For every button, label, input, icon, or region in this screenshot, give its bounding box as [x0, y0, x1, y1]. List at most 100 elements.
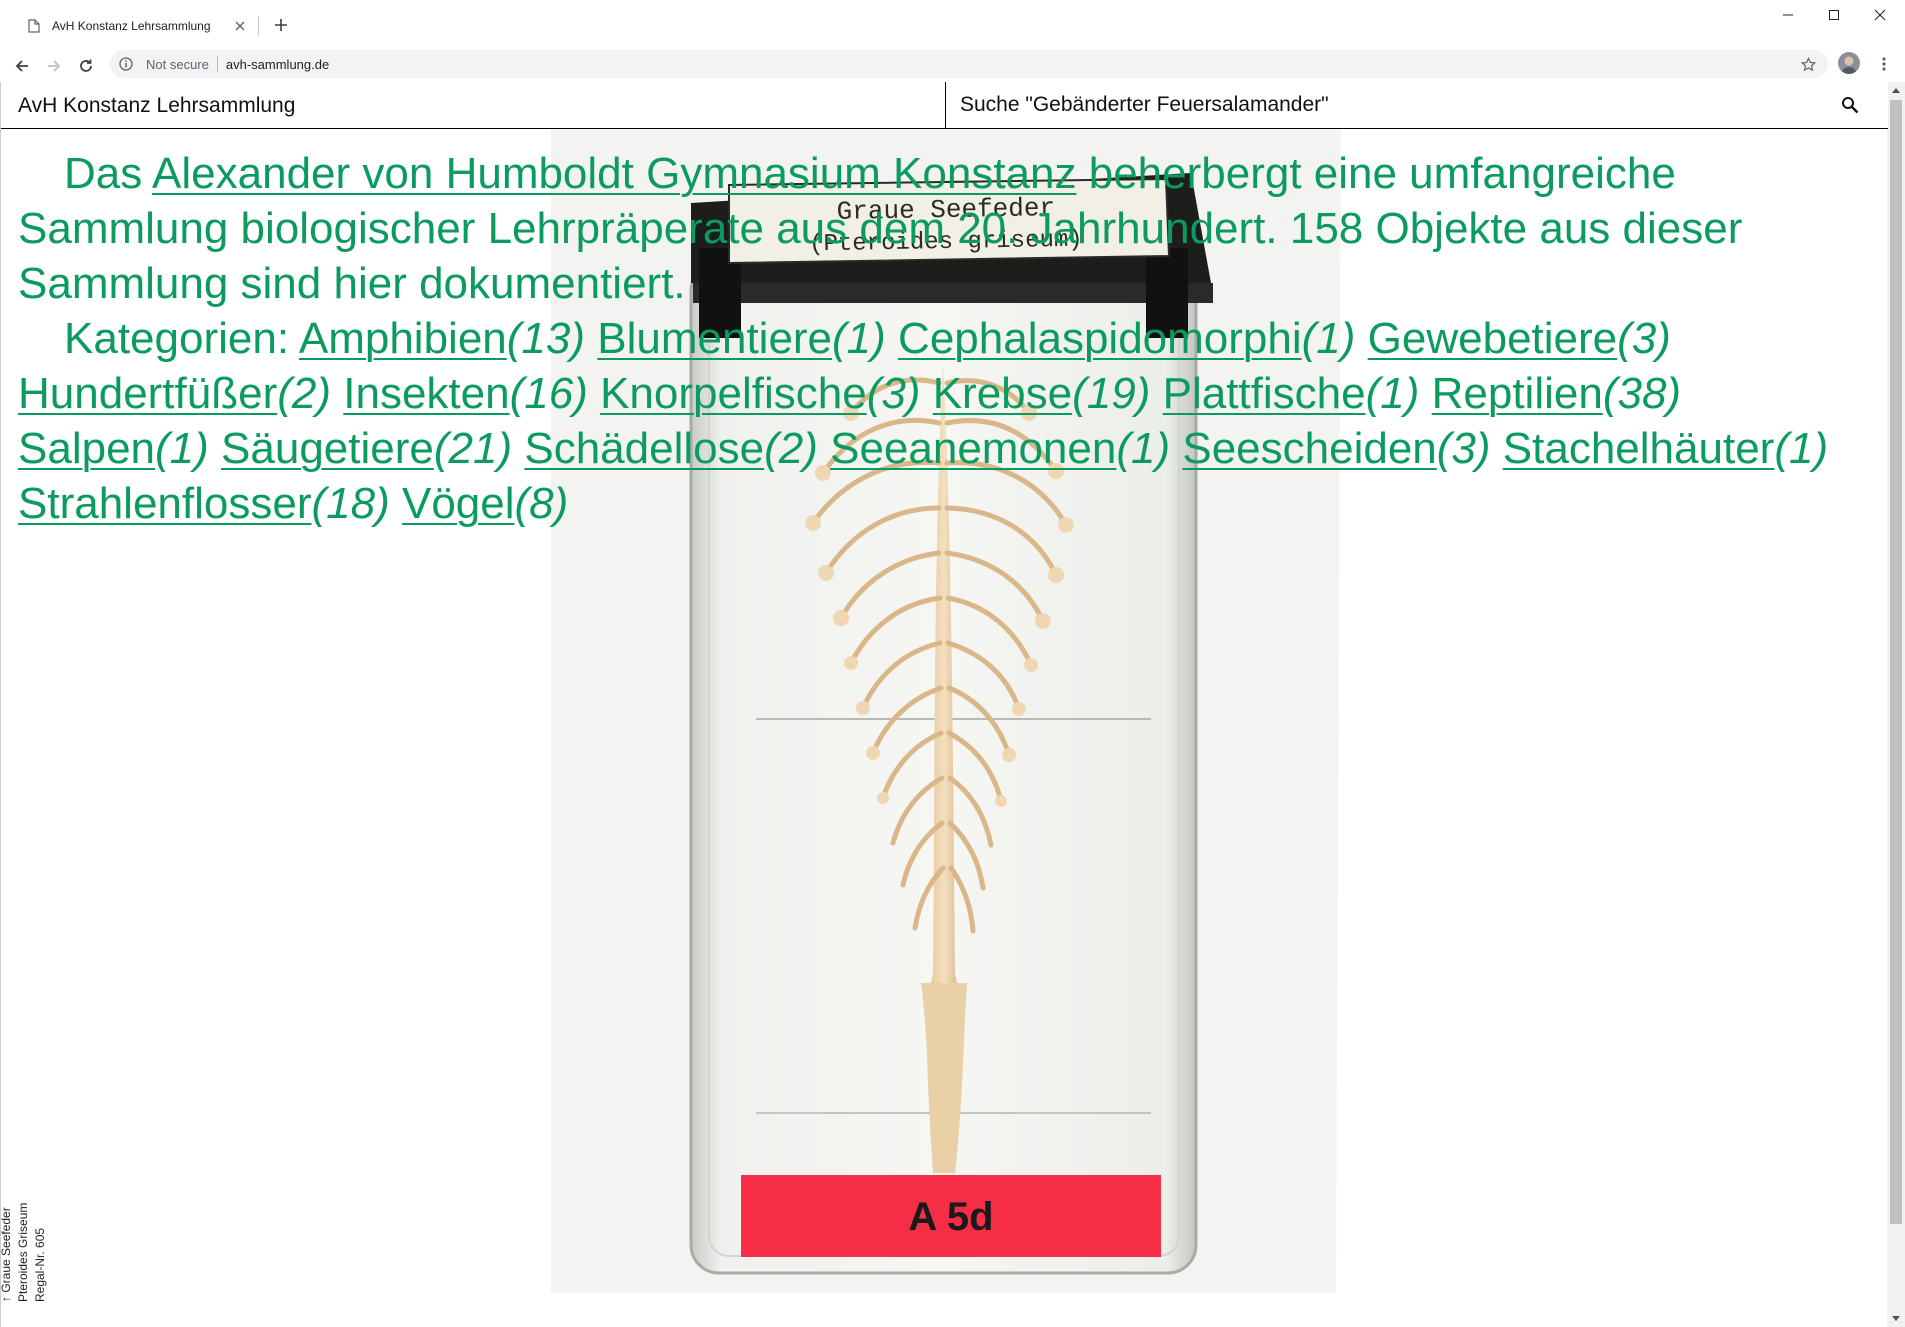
- category-link-seeanemonen[interactable]: Seeanemonen: [830, 424, 1116, 473]
- new-tab-button[interactable]: [268, 12, 294, 38]
- specimen-caption[interactable]: ↑ Graue Seefeder Pteroides Griseum Regal…: [1, 1112, 89, 1302]
- category-count: (8): [514, 479, 569, 528]
- category-link-amphibien[interactable]: Amphibien: [299, 314, 507, 363]
- category-item: Krebse(19): [933, 369, 1151, 418]
- browser-window: AvH Konstanz Lehrsammlung Not secure avh…: [0, 0, 1905, 1327]
- category-item: Seescheiden(3): [1182, 424, 1490, 473]
- category-link-knorpelfische[interactable]: Knorpelfische: [600, 369, 867, 418]
- info-icon[interactable]: [118, 56, 134, 72]
- category-item: Stachelhäuter(1): [1503, 424, 1828, 473]
- category-item: Vögel(8): [402, 479, 568, 528]
- category-count: (18): [311, 479, 390, 528]
- shelf-tag: A 5d: [741, 1175, 1161, 1257]
- category-item: Seeanemonen(1): [830, 424, 1170, 473]
- category-link-voegel[interactable]: Vögel: [402, 479, 515, 528]
- category-item: Salpen(1): [18, 424, 209, 473]
- category-link-blumentiere[interactable]: Blumentiere: [597, 314, 832, 363]
- close-window-button[interactable]: [1857, 0, 1903, 30]
- category-link-insekten[interactable]: Insekten: [343, 369, 509, 418]
- site-header: AvH Konstanz Lehrsammlung: [1, 82, 1888, 129]
- address-divider: [216, 56, 218, 72]
- address-bar[interactable]: Not secure avh-sammlung.de: [110, 50, 1828, 78]
- search-icon[interactable]: [1838, 93, 1862, 117]
- caption-shelf-number: Regal-Nr. 605: [33, 1227, 47, 1302]
- category-link-plattfische[interactable]: Plattfische: [1163, 369, 1366, 418]
- intro-lead: Das: [64, 149, 153, 198]
- category-item: Cephalaspidomorphi(1): [898, 314, 1355, 363]
- category-count: (1): [1301, 314, 1356, 363]
- category-count: (1): [832, 314, 886, 363]
- category-link-schaedellose[interactable]: Schädellose: [524, 424, 764, 473]
- category-count: (3): [1617, 314, 1671, 363]
- category-item: Insekten(16): [343, 369, 588, 418]
- category-count: (16): [509, 369, 588, 418]
- category-link-gewebetiere[interactable]: Gewebetiere: [1368, 314, 1617, 363]
- school-link[interactable]: Alexander von Humboldt Gymnasium Konstan…: [152, 149, 1076, 198]
- reload-button[interactable]: [72, 52, 100, 80]
- bookmark-star-icon[interactable]: [1800, 56, 1816, 72]
- intro-paragraph: Das Alexander von Humboldt Gymnasium Kon…: [18, 146, 1878, 311]
- category-link-krebse[interactable]: Krebse: [933, 369, 1072, 418]
- category-count: (1): [155, 424, 209, 473]
- url-text[interactable]: avh-sammlung.de: [226, 57, 329, 72]
- scroll-down-arrow-icon[interactable]: [1887, 1311, 1905, 1327]
- category-item: Blumentiere(1): [597, 314, 886, 363]
- category-link-saeugetiere[interactable]: Säugetiere: [221, 424, 434, 473]
- caption-line-common-name: ↑ Graue Seefeder: [0, 1203, 15, 1302]
- tab-title: AvH Konstanz Lehrsammlung: [52, 19, 211, 33]
- category-count: (1): [1116, 424, 1171, 473]
- category-count: (2): [764, 424, 818, 473]
- category-count: (19): [1072, 369, 1151, 418]
- category-item: Säugetiere(21): [221, 424, 512, 473]
- tab-divider: [258, 16, 259, 36]
- category-item: Strahlenflosser(18): [18, 479, 390, 528]
- category-link-reptilien[interactable]: Reptilien: [1432, 369, 1603, 418]
- categories-paragraph: Kategorien: Amphibien(13) Blumentiere(1)…: [18, 311, 1878, 531]
- category-count: (1): [1365, 369, 1420, 418]
- category-link-seescheiden[interactable]: Seescheiden: [1182, 424, 1436, 473]
- category-item: Hundertfüßer(2): [18, 369, 331, 418]
- category-count: (3): [1436, 424, 1491, 473]
- category-item: Amphibien(13): [299, 314, 585, 363]
- document-icon: [26, 18, 42, 34]
- category-item: Gewebetiere(3): [1368, 314, 1671, 363]
- category-count: (21): [433, 424, 513, 473]
- svg-text:A 5d: A 5d: [908, 1195, 993, 1239]
- tab-strip: AvH Konstanz Lehrsammlung: [0, 0, 1905, 50]
- maximize-button[interactable]: [1811, 0, 1857, 30]
- page-scrollbar[interactable]: [1887, 82, 1905, 1327]
- category-item: Reptilien(38): [1432, 369, 1681, 418]
- category-item: Schädellose(2): [524, 424, 818, 473]
- category-count: (2): [277, 369, 332, 418]
- tab-active[interactable]: AvH Konstanz Lehrsammlung: [12, 10, 257, 42]
- forward-button[interactable]: [40, 52, 68, 80]
- arrow-up-icon: ↑: [0, 1296, 13, 1302]
- category-link-hundertfuesser[interactable]: Hundertfüßer: [18, 369, 277, 418]
- scroll-up-arrow-icon[interactable]: [1887, 82, 1905, 98]
- category-item: Knorpelfische(3): [600, 369, 920, 418]
- category-link-stachelhaeuter[interactable]: Stachelhäuter: [1503, 424, 1775, 473]
- profile-avatar[interactable]: [1838, 52, 1860, 74]
- back-button[interactable]: [8, 52, 36, 80]
- web-page: AvH Konstanz Lehrsammlung Suche "Gebände…: [0, 82, 1888, 1327]
- category-link-cephalaspidomorphi[interactable]: Cephalaspidomorphi: [898, 314, 1302, 363]
- minimize-button[interactable]: [1765, 0, 1811, 30]
- scrollbar-thumb[interactable]: [1890, 100, 1902, 1224]
- caption-common-name: Graue Seefeder: [0, 1207, 13, 1293]
- categories-label: Kategorien:: [64, 314, 299, 363]
- category-link-strahlenflosser[interactable]: Strahlenflosser: [18, 479, 311, 528]
- browser-toolbar: Not secure avh-sammlung.de: [0, 50, 1905, 82]
- close-tab-icon[interactable]: [231, 17, 249, 35]
- search-input[interactable]: [960, 90, 1820, 120]
- caption-latin-name: Pteroides Griseum: [16, 1202, 30, 1302]
- category-link-salpen[interactable]: Salpen: [18, 424, 155, 473]
- category-count: (38): [1602, 369, 1682, 418]
- security-label: Not secure: [146, 56, 209, 72]
- category-count: (13): [506, 314, 586, 363]
- category-count: (1): [1774, 424, 1829, 473]
- intro-text: Das Alexander von Humboldt Gymnasium Kon…: [18, 146, 1878, 531]
- site-title[interactable]: AvH Konstanz Lehrsammlung: [18, 94, 295, 118]
- category-item: Plattfische(1): [1163, 369, 1420, 418]
- category-count: (3): [866, 369, 921, 418]
- menu-kebab-icon[interactable]: [1876, 52, 1892, 76]
